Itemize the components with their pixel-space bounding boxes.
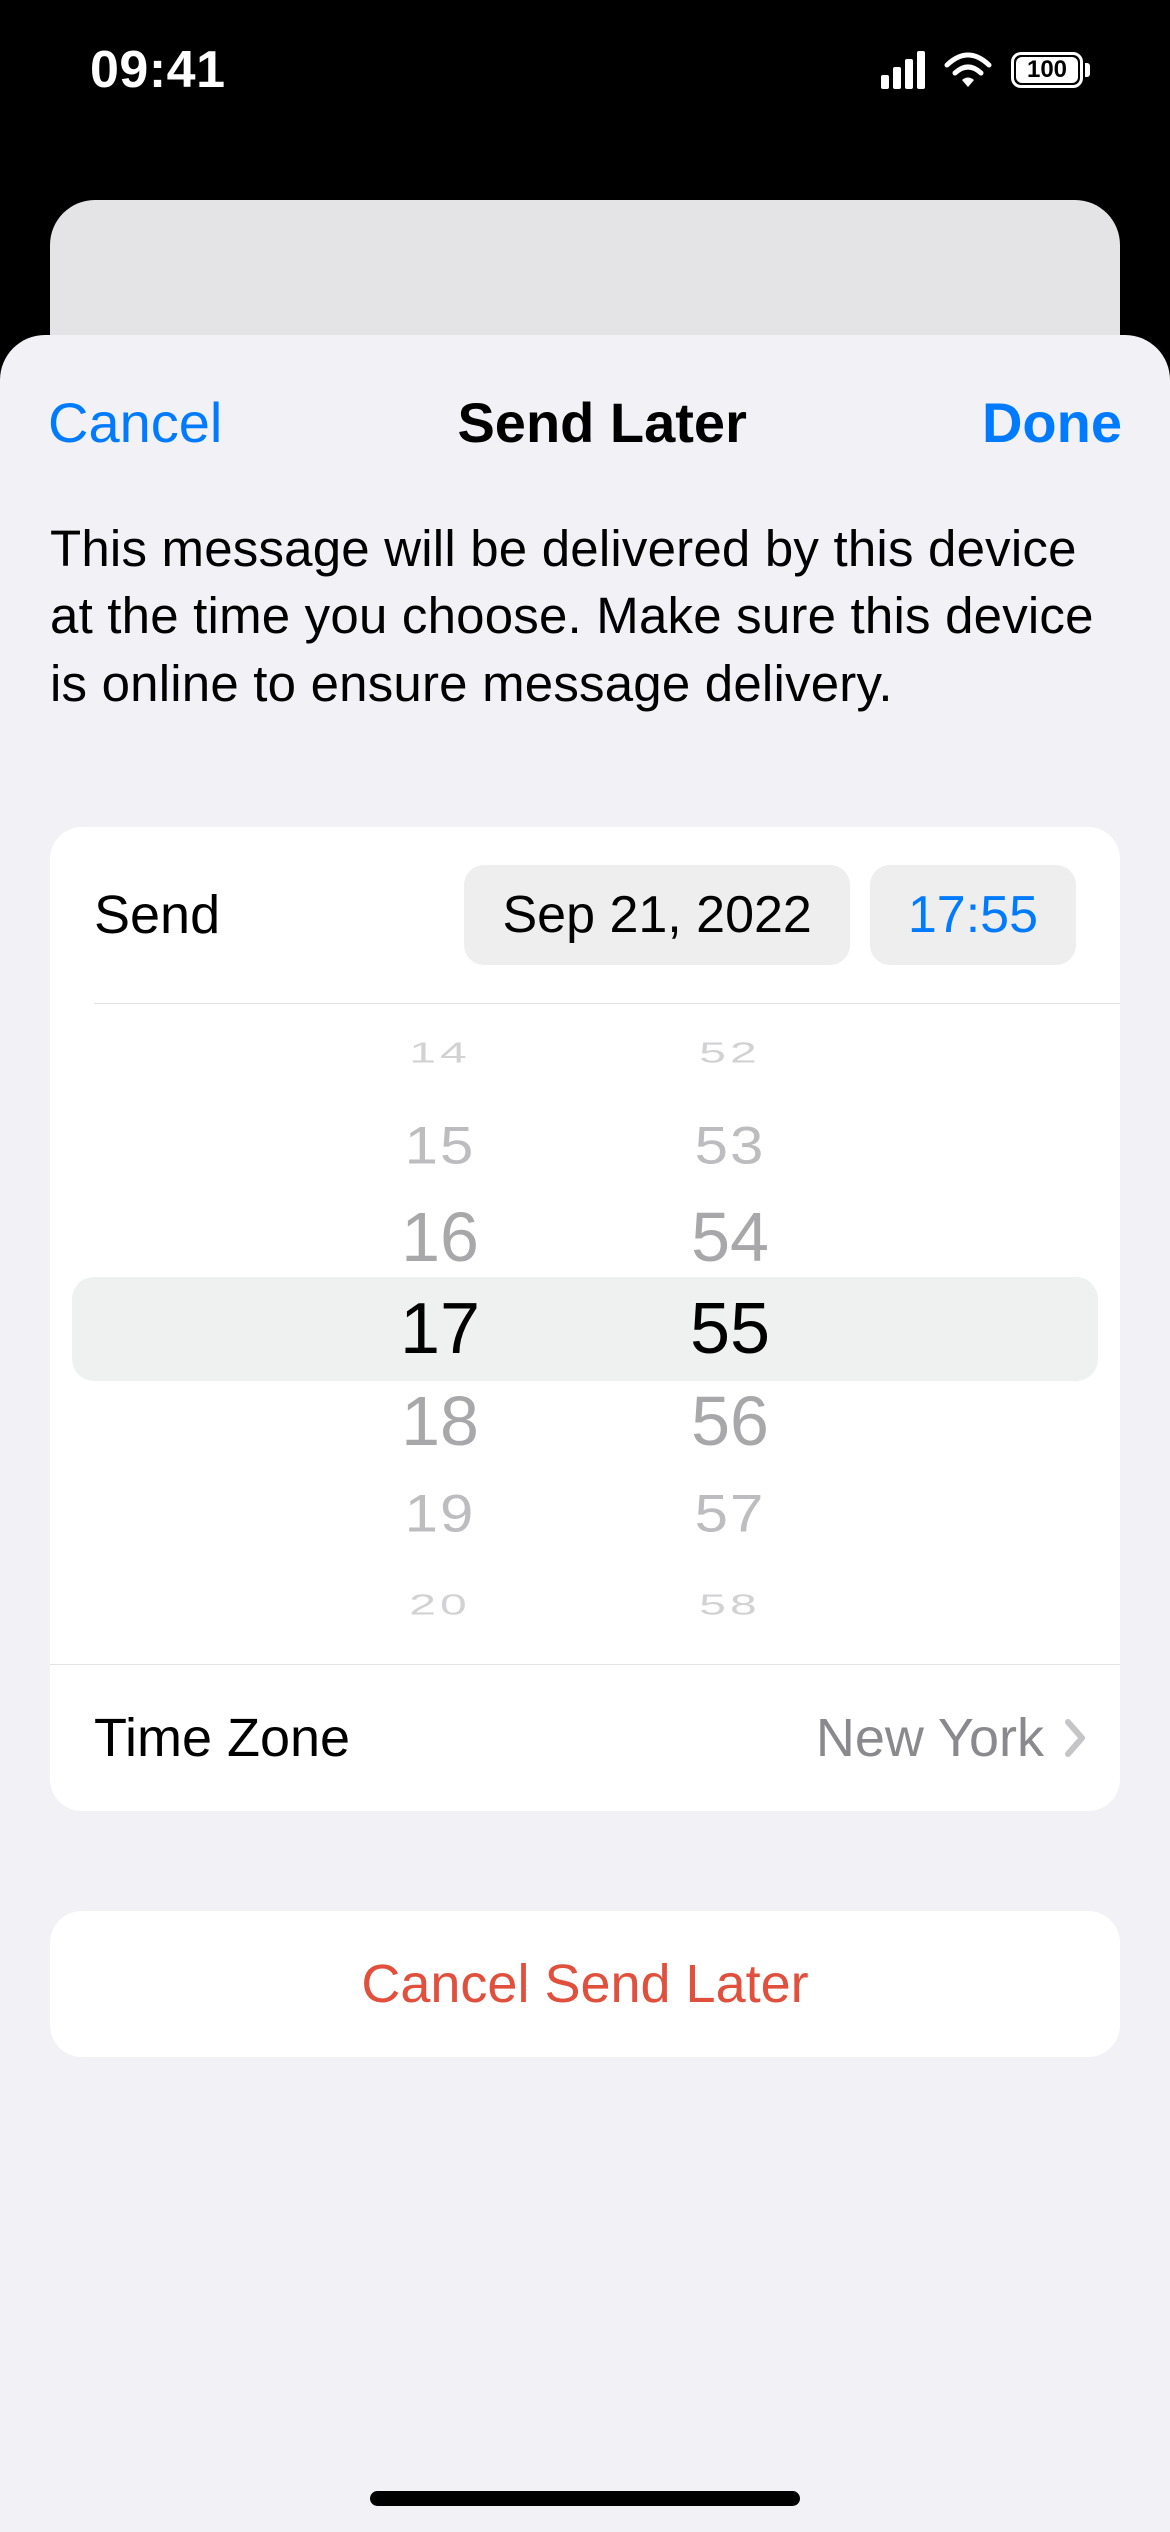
picker-minute-option[interactable]: 53: [695, 1105, 766, 1186]
timezone-label: Time Zone: [94, 1707, 350, 1769]
nav-bar: Cancel Send Later Done: [0, 350, 1170, 495]
status-icons: 100: [881, 51, 1090, 89]
done-button[interactable]: Done: [982, 390, 1122, 455]
picker-hour-option[interactable]: 18: [401, 1375, 479, 1467]
send-later-sheet: Cancel Send Later Done This message will…: [0, 335, 1170, 2532]
status-bar: 09:41 100: [0, 0, 1170, 140]
time-pill[interactable]: 17:55: [870, 865, 1076, 965]
divider: [94, 1003, 1120, 1005]
send-label: Send: [94, 884, 220, 946]
picker-hour-option[interactable]: 19: [405, 1473, 476, 1554]
sheet-title: Send Later: [457, 390, 746, 455]
time-picker[interactable]: 13 14 15 16 17 18 19 20 21 51 52: [72, 1024, 1098, 1634]
timezone-value: New York: [816, 1707, 1044, 1769]
picker-minute-option[interactable]: 54: [691, 1191, 769, 1283]
cellular-signal-icon: [881, 51, 925, 89]
picker-minute-option[interactable]: 52: [699, 1026, 760, 1081]
picker-hour-option[interactable]: 20: [409, 1578, 470, 1633]
description-text: This message will be delivered by this d…: [0, 495, 1170, 767]
cancel-button[interactable]: Cancel: [48, 390, 222, 455]
date-pill[interactable]: Sep 21, 2022: [464, 865, 849, 965]
chevron-right-icon: [1062, 1716, 1090, 1760]
battery-level: 100: [1016, 57, 1078, 83]
picker-hour-selected[interactable]: 17: [400, 1283, 480, 1375]
picker-hour-option[interactable]: 14: [409, 1026, 470, 1081]
picker-minute-option[interactable]: 58: [699, 1578, 760, 1633]
battery-icon: 100: [1011, 52, 1090, 88]
picker-hour-option[interactable]: 15: [405, 1105, 476, 1186]
status-time: 09:41: [90, 40, 226, 100]
picker-minute-option[interactable]: 56: [691, 1375, 769, 1467]
hour-column[interactable]: 13 14 15 16 17 18 19 20 21: [355, 1024, 525, 1634]
picker-minute-selected[interactable]: 55: [690, 1283, 770, 1375]
cancel-send-later-button[interactable]: Cancel Send Later: [50, 1911, 1120, 2057]
picker-hour-option[interactable]: 16: [401, 1191, 479, 1283]
wifi-icon: [943, 51, 993, 89]
minute-column[interactable]: 51 52 53 54 55 56 57 58 59: [645, 1024, 815, 1634]
picker-minute-option[interactable]: 57: [695, 1473, 766, 1554]
schedule-card: Send Sep 21, 2022 17:55 13 14 15 16 17 1…: [50, 827, 1120, 1812]
send-row: Send Sep 21, 2022 17:55: [50, 827, 1120, 1003]
home-indicator[interactable]: [370, 2491, 800, 2506]
timezone-row[interactable]: Time Zone New York: [50, 1664, 1120, 1811]
cancel-send-later-label: Cancel Send Later: [361, 1953, 808, 2015]
